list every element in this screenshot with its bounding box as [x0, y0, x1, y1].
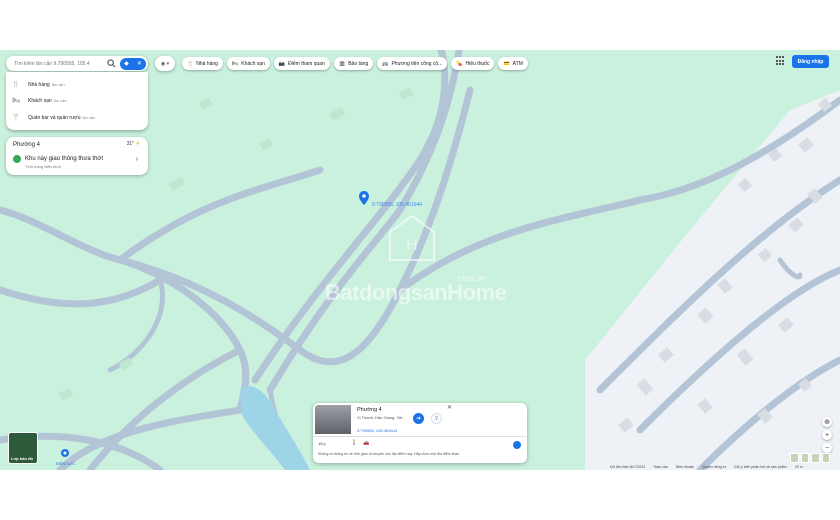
temperature: 31° ☀: [126, 141, 140, 147]
signin-button[interactable]: Đăng nhập: [792, 55, 829, 68]
travel-time: 15 p: [318, 441, 326, 446]
bed-icon: 🛏: [231, 60, 239, 67]
walk-icon[interactable]: 🚶: [351, 440, 357, 446]
close-icon[interactable]: ✕: [447, 404, 452, 411]
place-thumbnail[interactable]: [315, 405, 351, 434]
toggle-switch[interactable]: [513, 441, 521, 449]
camera-icon: 📷: [278, 60, 286, 67]
place-title[interactable]: Phường 4: [357, 407, 382, 413]
chip-museums[interactable]: 🏛 Bảo tàng: [333, 57, 374, 70]
location-pin-icon: [359, 191, 369, 205]
footer-copyright: Dữ liệu bản đồ ©2024: [610, 464, 646, 469]
footer-privacy[interactable]: Quyền riêng tư: [702, 465, 726, 469]
mini-map-thumbnails[interactable]: [790, 453, 830, 463]
zoom-out-button[interactable]: −: [822, 443, 832, 453]
car-icon[interactable]: 🚗: [363, 440, 369, 446]
suggestion-label: Khách sạn: [28, 97, 52, 104]
search-suggestions: 🍴 Nhà hàng lân cận 🛏 Khách sạn lân cận 🍸…: [6, 72, 148, 130]
museum-icon: 🏛: [338, 60, 346, 67]
layers-icon: ◉ ▾: [160, 60, 170, 67]
suggestion-hint: lân cận: [53, 98, 67, 103]
chip-pharmacies[interactable]: 💊 Hiệu thuốc: [451, 57, 495, 70]
search-box: ◆ ✕: [6, 56, 148, 71]
chip-attractions[interactable]: 📷 Điểm tham quan: [273, 57, 330, 70]
area-name: Phường 4: [13, 142, 40, 148]
travel-note: Không có thông tin về thời gian di chuyể…: [318, 452, 460, 456]
poi-label[interactable]: ĐIỆN LỰC: [56, 461, 75, 466]
chip-label: Điểm tham quan: [288, 60, 325, 67]
chip-label: ATM: [512, 60, 523, 67]
suggestion-bars[interactable]: 🍸 Quán bar và quán rượu lân cận: [12, 114, 96, 122]
watermark-text: BatdongsanHome: [325, 280, 507, 305]
chip-label: Khách sạn: [241, 60, 265, 67]
chip-label: Hiệu thuốc: [465, 60, 490, 67]
suggestion-hotels[interactable]: 🛏 Khách sạn lân cận: [12, 97, 67, 105]
close-icon[interactable]: ✕: [137, 60, 142, 67]
suggestion-hint: lân cận: [82, 115, 96, 120]
traffic-sub: Tình trạng điển hình: [25, 164, 61, 169]
chevron-right-icon[interactable]: ›: [136, 156, 138, 163]
directions-icon: ◆: [124, 61, 129, 67]
watermark-domain: .com.vn: [455, 273, 487, 283]
fork-knife-icon: 🍴: [187, 60, 194, 67]
area-info-card[interactable]: Phường 4 31° ☀ Khu này giao thông thưa t…: [6, 137, 148, 175]
chip-label: Phương tiện công cộ...: [391, 60, 443, 67]
watermark-logo-icon: H: [389, 214, 435, 261]
chip-restaurants[interactable]: 🍴 Nhà hàng: [182, 57, 223, 70]
suggestion-label: Quán bar và quán rượu: [28, 114, 81, 121]
scale-label[interactable]: 20 m: [795, 465, 803, 469]
menu-toggle-button[interactable]: ◉ ▾: [155, 56, 175, 71]
search-input[interactable]: [6, 60, 107, 67]
chip-label: Nhà hàng: [196, 60, 218, 67]
suggestion-restaurants[interactable]: 🍴 Nhà hàng lân cận: [12, 81, 65, 89]
bed-icon: 🛏: [12, 98, 20, 104]
category-chips: 🍴 Nhà hàng 🛏 Khách sạn 📷 Điểm tham quan 🏛 Bả…: [182, 57, 528, 70]
traffic-icon: [13, 155, 21, 163]
layer-toggle-button[interactable]: Lớp bản đồ: [8, 432, 38, 464]
place-info-card: Phường 4 Vị Thanh, Hậu Giang, Việ... 9.7…: [313, 403, 527, 463]
directions-icon[interactable]: ➜: [413, 413, 424, 424]
traffic-text: Khu này giao thông thưa thớt: [25, 156, 104, 162]
chip-hotels[interactable]: 🛏 Khách sạn: [226, 57, 270, 70]
compass-icon[interactable]: ⊕: [822, 417, 832, 427]
svg-text:H: H: [406, 237, 418, 254]
divider: [313, 436, 527, 437]
weather-sun-icon: ☀: [135, 141, 140, 147]
footer-terms[interactable]: Điều khoản: [676, 465, 694, 469]
atm-icon: 💳: [503, 60, 510, 67]
place-address: Vị Thanh, Hậu Giang, Việ...: [357, 415, 406, 420]
glass-icon: 🍸: [12, 115, 20, 121]
fork-knife-icon: 🍴: [12, 82, 20, 88]
suggestion-hint: lân cận: [51, 82, 65, 87]
chip-transit[interactable]: 🚌 Phương tiện công cộ...: [377, 57, 448, 70]
place-coords[interactable]: 9.790555, 105.461644: [357, 428, 397, 433]
share-icon[interactable]: ⇪: [431, 413, 442, 424]
apps-grid-icon[interactable]: [776, 56, 786, 66]
footer-global[interactable]: Toàn cầu: [653, 465, 668, 469]
chip-label: Bảo tàng: [348, 60, 369, 67]
suggestion-label: Nhà hàng: [28, 81, 50, 88]
footer-feedback[interactable]: Gửi ý kiến phản hồi về sản phẩm: [734, 465, 787, 469]
zoom-controls: ⊕ + −: [822, 417, 832, 453]
search-icon[interactable]: [107, 59, 116, 68]
map-pin-label: 9.790555, 105.461644: [372, 202, 423, 208]
chip-atm[interactable]: 💳 ATM: [498, 57, 528, 70]
pill-icon: 💊: [456, 60, 463, 67]
traffic-status: Khu này giao thông thưa thớt: [13, 155, 103, 163]
directions-button[interactable]: ◆ ✕: [120, 57, 146, 70]
zoom-in-button[interactable]: +: [822, 430, 832, 440]
footer-bar: Dữ liệu bản đồ ©2024 Toàn cầu Điều khoản…: [610, 463, 840, 470]
layer-toggle-label: Lớp bản đồ: [11, 456, 33, 461]
bus-icon: 🚌: [382, 60, 389, 67]
